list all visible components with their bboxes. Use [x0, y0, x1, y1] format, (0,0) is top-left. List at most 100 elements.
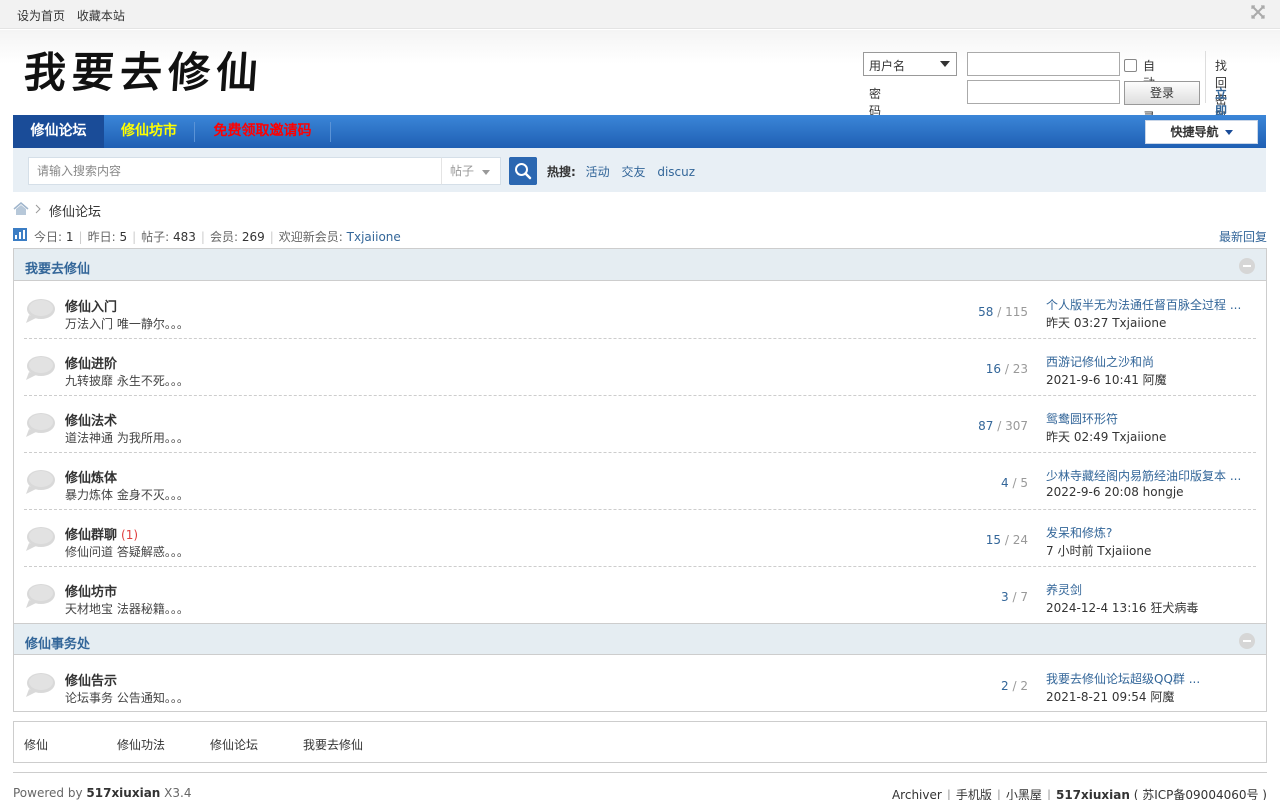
- forum-name[interactable]: 修仙入门: [65, 296, 117, 315]
- blacklist-link[interactable]: 小黑屋: [1006, 788, 1042, 800]
- hot-search-link[interactable]: 交友: [621, 165, 645, 179]
- chevron-down-icon: [940, 61, 950, 67]
- forum-description: 论坛事务 公告通知。。。: [65, 691, 189, 705]
- chat-bubble-icon: [26, 470, 55, 494]
- hot-search-label: 热搜:: [547, 165, 576, 179]
- nav-separator: [330, 122, 331, 142]
- last-post-meta: 昨天 03:27 Txjaiione: [1046, 316, 1167, 330]
- collapse-icon[interactable]: [1239, 633, 1255, 649]
- forum-row: 修仙群聊 (1) 修仙问道 答疑解惑。。。 15 / 24 发呆和修炼? 7 小时…: [24, 510, 1256, 567]
- search-icon[interactable]: [509, 157, 537, 185]
- posts-count: 483: [173, 230, 196, 244]
- category-title[interactable]: 我要去修仙: [25, 258, 90, 277]
- top-bar: 设为首页 收藏本站: [0, 0, 1280, 29]
- category-title[interactable]: 修仙事务处: [25, 633, 90, 652]
- forum-row: 修仙炼体 暴力炼体 金身不灭。。。 4 / 5 少林寺藏经阁内易筋经油印版复本 …: [24, 453, 1256, 510]
- icp-link[interactable]: ( 苏ICP备09004060号 ): [1134, 788, 1267, 800]
- auto-login-checkbox[interactable]: [1124, 59, 1137, 72]
- hot-search-link[interactable]: discuz: [657, 165, 695, 179]
- mobile-link[interactable]: 手机版: [956, 788, 992, 800]
- forum-description: 天材地宝 法器秘籍。。。: [65, 602, 189, 616]
- search-type-label: 帖子: [450, 164, 475, 178]
- chat-bubble-icon: [26, 413, 55, 437]
- friend-link[interactable]: 修仙: [24, 736, 48, 753]
- hot-search-link[interactable]: 活动: [586, 165, 610, 179]
- stats-chart-icon: [13, 228, 27, 241]
- username-input[interactable]: [967, 52, 1120, 76]
- chevron-down-icon: [482, 170, 490, 175]
- last-post-title[interactable]: 西游记修仙之沙和尚: [1046, 353, 1154, 370]
- site-link[interactable]: 517xiuxian: [86, 786, 160, 800]
- nav-item-label: 免费领取邀请码: [213, 123, 312, 139]
- powered-by-label: Powered by: [13, 786, 83, 800]
- set-home-link[interactable]: 设为首页: [17, 9, 65, 23]
- friend-link[interactable]: 修仙论坛: [210, 736, 258, 753]
- nav-item-forum[interactable]: 修仙论坛: [13, 115, 104, 148]
- forum-name[interactable]: 修仙告示: [65, 670, 117, 689]
- chat-bubble-icon: [26, 527, 55, 551]
- friend-link[interactable]: 我要去修仙: [303, 736, 363, 753]
- category-header: 修仙事务处: [14, 623, 1266, 655]
- forum-description: 道法神通 为我所用。。。: [65, 431, 189, 445]
- last-post-title[interactable]: 鸳鸯圆环形符: [1046, 410, 1118, 427]
- login-type-label: 用户名: [869, 59, 906, 73]
- nav-item-label: 修仙坊市: [121, 123, 177, 139]
- forum-row: 修仙法术 道法神通 为我所用。。。 87 / 307 鸳鸯圆环形符 昨天 02:…: [24, 396, 1256, 453]
- forum-name[interactable]: 修仙炼体: [65, 467, 117, 486]
- footer-links: Archiver | 手机版 | 小黑屋 | 517xiuxian ( 苏ICP备09004…: [891, 788, 1267, 800]
- nav-item-market[interactable]: 修仙坊市: [104, 115, 194, 148]
- site-logo[interactable]: 我要去修仙: [22, 48, 265, 97]
- chevron-right-icon: [35, 204, 41, 214]
- stats-text: 今日: 1 | 昨日: 5 | 帖子: 483 | 会员: 269 | 欢迎新会员: Txjai…: [34, 230, 401, 244]
- main-nav: 修仙论坛 修仙坊市 免费领取邀请码 快捷导航: [13, 115, 1266, 148]
- forum-name[interactable]: 修仙法术: [65, 410, 117, 429]
- forum-name[interactable]: 修仙进阶: [65, 353, 117, 372]
- version-label: X3.4: [164, 786, 192, 800]
- close-icon[interactable]: [1250, 4, 1266, 20]
- new-member-label: 欢迎新会员:: [278, 230, 343, 244]
- chat-bubble-icon: [26, 673, 55, 697]
- forum-row: 修仙坊市 天材地宝 法器秘籍。。。 3 / 7 养灵剑 2024-12-4 13…: [24, 567, 1256, 624]
- new-member-link[interactable]: Txjaiione: [347, 230, 401, 244]
- chat-bubble-icon: [26, 299, 55, 323]
- search-input[interactable]: 请输入搜索内容: [28, 157, 442, 185]
- home-icon[interactable]: [13, 202, 29, 216]
- last-post-title[interactable]: 少林寺藏经阁内易筋经油印版复本 ...: [1046, 467, 1241, 484]
- breadcrumb-current[interactable]: 修仙论坛: [49, 201, 101, 220]
- bookmark-link[interactable]: 收藏本站: [77, 9, 125, 23]
- latest-replies-link[interactable]: 最新回复: [1219, 228, 1267, 245]
- password-input[interactable]: [967, 80, 1120, 104]
- chat-bubble-icon: [26, 584, 55, 608]
- forum-description: 暴力炼体 金身不灭。。。: [65, 488, 189, 502]
- last-post-title[interactable]: 我要去修仙论坛超级QQ群 ...: [1046, 670, 1200, 687]
- last-post-title[interactable]: 养灵剑: [1046, 581, 1082, 598]
- nav-item-label: 修仙论坛: [30, 123, 87, 139]
- category-header: 我要去修仙: [14, 249, 1266, 281]
- forum-counts: 3 / 7: [1001, 590, 1028, 604]
- last-post-title[interactable]: 发呆和修炼?: [1046, 524, 1112, 541]
- forum-counts: 87 / 307: [978, 419, 1028, 433]
- caret-down-icon: [1224, 130, 1233, 135]
- login-button[interactable]: 登录: [1124, 81, 1200, 105]
- forum-counts: 16 / 23: [985, 362, 1028, 376]
- password-label: 密码: [869, 87, 882, 118]
- icp-site-link[interactable]: 517xiuxian: [1056, 788, 1130, 800]
- collapse-icon[interactable]: [1239, 258, 1255, 274]
- forum-name[interactable]: 修仙坊市: [65, 581, 117, 600]
- login-divider: [1205, 51, 1206, 103]
- nav-item-invite-code[interactable]: 免费领取邀请码: [195, 115, 330, 148]
- archiver-link[interactable]: Archiver: [892, 788, 942, 800]
- login-type-select[interactable]: 用户名: [863, 52, 957, 76]
- last-post-meta: 2024-12-4 13:16 狂犬病毒: [1046, 601, 1199, 615]
- forum-list: 我要去修仙 修仙入门 万法入门 唯一静尔。。。 58 / 115 个人版半无为法…: [13, 248, 1267, 712]
- last-post-title[interactable]: 个人版半无为法通任督百脉全过程 ...: [1046, 296, 1241, 313]
- quick-nav-button[interactable]: 快捷导航: [1145, 120, 1258, 144]
- forum-description: 修仙问道 答疑解惑。。。: [65, 545, 189, 559]
- search-type-select[interactable]: 帖子: [441, 157, 501, 185]
- forum-name[interactable]: 修仙群聊 (1): [65, 524, 138, 543]
- yesterday-label: 昨日:: [87, 230, 116, 244]
- forum-counts: 58 / 115: [978, 305, 1028, 319]
- friend-link[interactable]: 修仙功法: [117, 736, 165, 753]
- chat-bubble-icon: [26, 356, 55, 380]
- forum-row: 修仙入门 万法入门 唯一静尔。。。 58 / 115 个人版半无为法通任督百脉全…: [24, 282, 1256, 339]
